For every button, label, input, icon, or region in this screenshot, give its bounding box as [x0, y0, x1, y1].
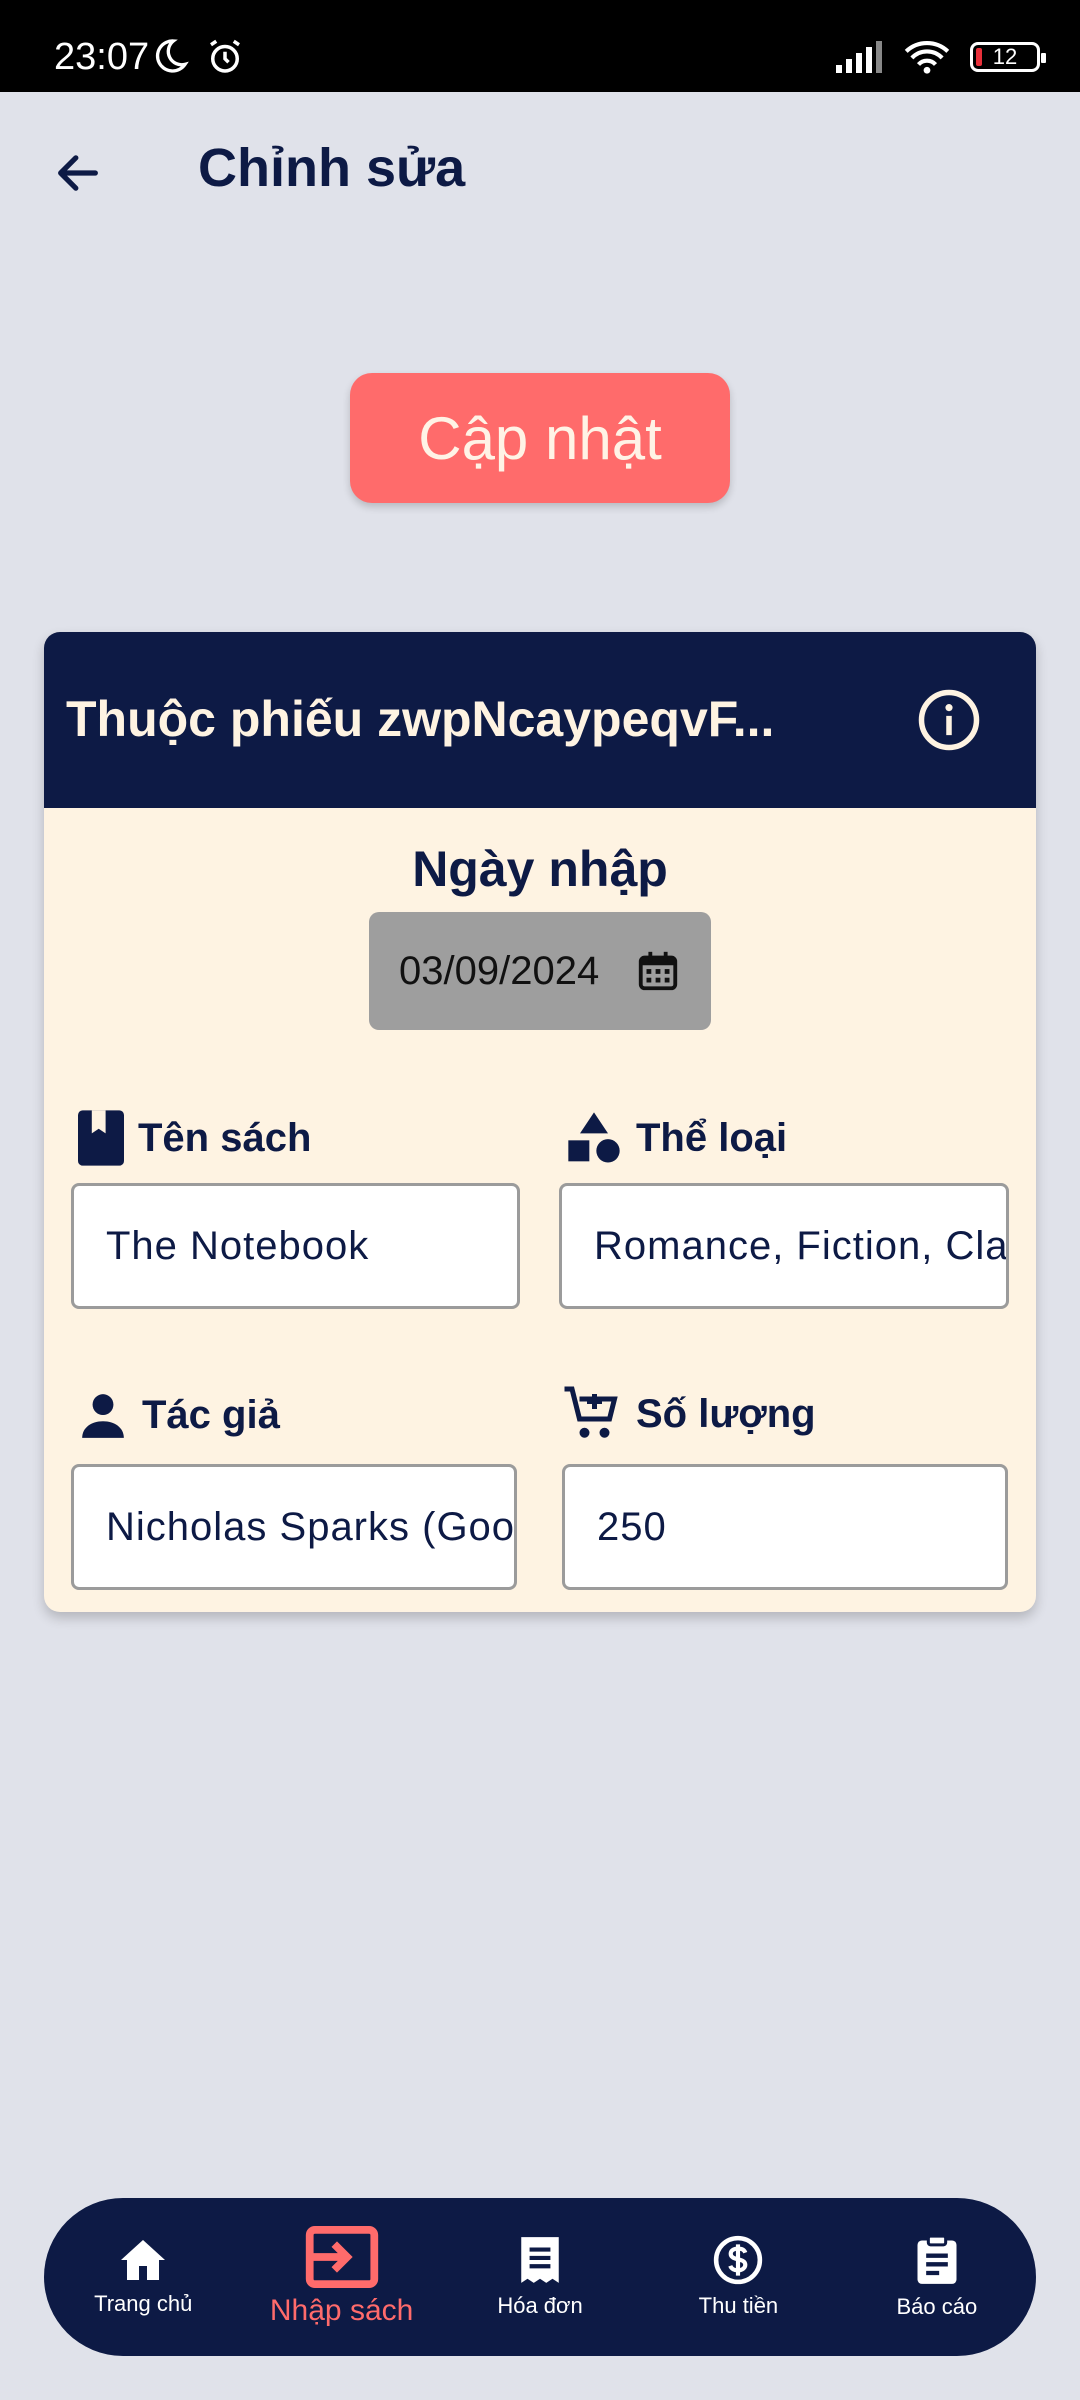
person-icon [82, 1394, 124, 1438]
nav-label-collect-money: Thu tiền [698, 2293, 779, 2318]
card-header: Thuộc phiếu zwpNcaypeqvF... [44, 632, 1036, 808]
home-icon [121, 2240, 166, 2280]
book-name-value: The Notebook [106, 1223, 370, 1268]
nav-label-import-books: Nhập sách [269, 2294, 414, 2327]
genre-label-text: Thể loại [636, 1115, 788, 1160]
alarm-icon [210, 39, 240, 73]
card-title: Thuộc phiếu zwpNcaypeqvF... [66, 691, 775, 747]
book-name-input[interactable]: The Notebook [71, 1183, 520, 1309]
quantity-input[interactable]: 250 [562, 1464, 1008, 1590]
battery-level: 12 [992, 44, 1018, 69]
receipt-icon [521, 2237, 559, 2283]
status-bar: 23:07 12 [0, 0, 1080, 92]
cart-icon [564, 1386, 618, 1438]
author-input[interactable]: Nicholas Sparks (Goodreads Author) [71, 1464, 517, 1590]
status-time: 23:07 [54, 36, 150, 78]
nav-item-invoice[interactable]: Hóa đơn [441, 2198, 639, 2356]
quantity-label: Số lượng [562, 1384, 816, 1444]
import-date-picker[interactable]: 03/09/2024 [369, 912, 711, 1030]
battery-indicator: 12 [970, 42, 1046, 72]
calendar-icon [638, 951, 678, 991]
book-icon [78, 1110, 124, 1166]
quantity-label-text: Số lượng [636, 1391, 816, 1436]
nav-label-invoice: Hóa đơn [497, 2293, 583, 2318]
report-icon [917, 2234, 957, 2284]
book-name-label-text: Tên sách [138, 1115, 312, 1160]
moon-icon [155, 39, 189, 73]
page-title: Chỉnh sửa [198, 138, 466, 198]
input-icon [305, 2226, 378, 2288]
signal-icon [836, 41, 882, 73]
genre-input[interactable]: Romance, Fiction, Classics [559, 1183, 1009, 1309]
nav-label-reports: Báo cáo [896, 2294, 978, 2319]
nav-item-home[interactable]: Trang chủ [44, 2198, 242, 2356]
update-button[interactable]: Cập nhật [350, 373, 730, 503]
author-value: Nicholas Sparks (Goodreads Author) [106, 1504, 516, 1549]
genre-value: Romance, Fiction, Classics [594, 1223, 1009, 1268]
nav-item-collect-money[interactable]: Thu tiền [639, 2198, 837, 2356]
wifi-icon [904, 41, 950, 74]
app-header: Chỉnh sửa [0, 92, 1080, 247]
genre-label: Thể loại [566, 1110, 787, 1166]
quantity-value: 250 [597, 1504, 667, 1549]
info-icon[interactable] [916, 687, 982, 753]
nav-label-home: Trang chủ [94, 2291, 193, 2316]
import-date-label: Ngày nhập [412, 841, 668, 897]
dollar-icon [714, 2235, 763, 2285]
author-label: Tác giả [78, 1390, 280, 1440]
arrow-left-icon [58, 155, 98, 191]
import-card: Thuộc phiếu zwpNcaypeqvF... Ngày nhập 03… [44, 632, 1036, 1612]
back-button[interactable] [40, 135, 116, 211]
nav-item-import-books[interactable]: Nhập sách [242, 2198, 440, 2356]
import-date-value: 03/09/2024 [399, 948, 600, 993]
shapes-icon [568, 1112, 620, 1163]
book-name-label: Tên sách [78, 1110, 311, 1166]
nav-item-reports[interactable]: Báo cáo [838, 2198, 1036, 2356]
bottom-nav: Trang chủ Nhập sách Hóa đơn Thu tiền Báo… [44, 2198, 1036, 2356]
author-label-text: Tác giả [142, 1392, 280, 1437]
